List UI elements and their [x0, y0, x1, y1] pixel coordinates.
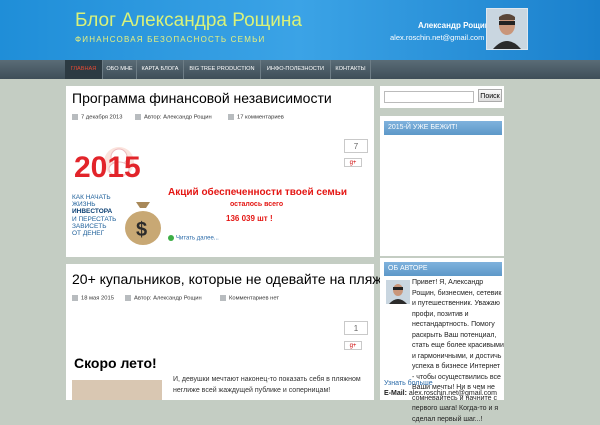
author-avatar — [486, 8, 528, 50]
widget-2015 — [380, 116, 504, 256]
post-subheading: Скоро лето! — [74, 355, 157, 371]
main-nav: ГЛАВНАЯ ОБО МНЕ КАРТА БЛОГА BIG TREE PRO… — [0, 60, 600, 79]
year-2015-image: 2015 — [72, 144, 170, 182]
nav-item-info[interactable]: ИНФО-ПОЛЕЗНОСТИ — [261, 60, 331, 79]
read-more-link[interactable]: Читать далее... — [168, 235, 219, 242]
comment-icon — [220, 295, 226, 301]
nav-item-bigtree[interactable]: BIG TREE PRODUCTION — [184, 60, 261, 79]
promo-sub: осталось всего — [230, 201, 284, 208]
year-2015-text: 2015 — [74, 151, 141, 182]
promo-count: 136 039 шт ! — [226, 214, 273, 223]
nav-item-contacts[interactable]: КОНТАКТЫ — [331, 60, 371, 79]
comment-icon — [228, 114, 234, 120]
search-button[interactable]: Поиск — [478, 89, 502, 102]
share-count[interactable]: 7 — [344, 139, 368, 153]
author-portrait-icon — [487, 9, 527, 49]
user-icon — [125, 295, 131, 301]
header-author-name: Александр Рощин — [418, 21, 490, 30]
post-title[interactable]: 20+ купальников, которые не одевайте на … — [72, 271, 386, 287]
post-thumbnail[interactable] — [72, 380, 162, 400]
header-author-email[interactable]: alex.roschin.net@gmail.com — [390, 33, 484, 42]
site-header: Блог Александра Рощина ФИНАНСОВАЯ БЕЗОПА… — [0, 0, 600, 60]
about-email[interactable]: E-Mail: alex.roschin.net@gmail.com — [384, 390, 497, 397]
arrow-icon — [168, 235, 174, 241]
post-title[interactable]: Программа финансовой независимости — [72, 90, 332, 106]
nav-item-about[interactable]: ОБО МНЕ — [103, 60, 137, 79]
search-input[interactable] — [384, 91, 474, 103]
post-excerpt: И, девушки мечтают наконец-то показать с… — [173, 376, 361, 394]
about-widget-title: ОБ АВТОРЕ — [384, 262, 502, 276]
post-comments[interactable]: 17 комментариев — [228, 114, 284, 121]
money-bag-icon: $ — [125, 202, 161, 245]
share-count[interactable]: 1 — [344, 321, 368, 335]
post-author[interactable]: Автор: Александр Рощин — [135, 114, 212, 121]
nav-item-home[interactable]: ГЛАВНАЯ — [65, 60, 103, 79]
post-date: 18 мая 2015 — [72, 295, 114, 302]
post-date: 7 декабря 2013 — [72, 114, 122, 121]
post-comments[interactable]: Комментариев нет — [220, 295, 279, 302]
investor-banner[interactable]: КАК НАЧАТЬ ЖИЗНЬ ИНВЕСТОРА И ПЕРЕСТАТЬ З… — [72, 190, 164, 246]
investor-caption: КАК НАЧАТЬ ЖИЗНЬ ИНВЕСТОРА И ПЕРЕСТАТЬ З… — [72, 194, 117, 238]
site-title[interactable]: Блог Александра Рощина — [75, 10, 302, 32]
post-author[interactable]: Автор: Александр Рощин — [125, 295, 202, 302]
user-icon — [135, 114, 141, 120]
gplus-button[interactable]: g+ — [344, 158, 362, 167]
calendar-icon — [72, 114, 78, 120]
widget-2015-title: 2015-Й УЖЕ БЕЖИТ! — [384, 121, 502, 135]
learn-more-link[interactable]: Узнать больше — [384, 380, 433, 387]
site-tagline: ФИНАНСОВАЯ БЕЗОПАСНОСТЬ СЕМЬИ — [75, 35, 266, 44]
promo-heading: Акций обеспеченности твоей семьи — [168, 187, 348, 198]
about-text: Привет! Я, Александр Рощин, бизнесмен, с… — [412, 279, 504, 423]
calendar-icon — [72, 295, 78, 301]
nav-item-sitemap[interactable]: КАРТА БЛОГА — [137, 60, 184, 79]
svg-text:$: $ — [136, 219, 147, 241]
gplus-button[interactable]: g+ — [344, 341, 362, 350]
